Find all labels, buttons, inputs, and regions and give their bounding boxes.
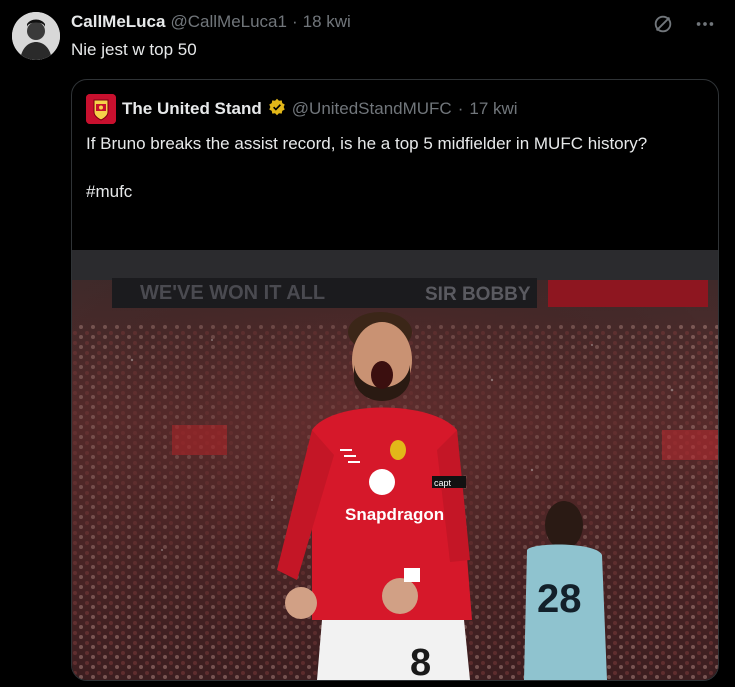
player-8-number: 8 (410, 642, 431, 680)
banner-left-text: WE'VE WON IT ALL (140, 282, 325, 304)
tweet-text: Nie jest w top 50 (71, 40, 197, 59)
quoted-question: If Bruno breaks the assist record, is he… (86, 134, 648, 153)
quoted-avatar[interactable] (86, 94, 116, 124)
quoted-tweet-text: If Bruno breaks the assist record, is he… (86, 132, 686, 204)
quoted-handle[interactable]: @UnitedStandMUFC (292, 99, 452, 119)
tweet[interactable]: CallMeLuca @CallMeLuca1 · 18 kwi Nie jes… (0, 0, 735, 687)
hashtag-link[interactable]: #mufc (86, 180, 686, 204)
player-28-number: 28 (537, 577, 582, 621)
user-handle[interactable]: @CallMeLuca1 (170, 12, 286, 32)
quoted-tweet-header: The United Stand @UnitedStandMUFC · 17 k… (86, 94, 518, 124)
quoted-separator: · (457, 99, 464, 118)
tweet-header: CallMeLuca @CallMeLuca1 · 18 kwi (71, 11, 351, 33)
captain-armband-text: capt (434, 478, 452, 488)
football-photo: WE'VE WON IT ALL SIR BOBBY 28 capt Snapd… (72, 250, 718, 680)
timestamp[interactable]: 18 kwi (303, 12, 351, 32)
display-name[interactable]: CallMeLuca (71, 12, 165, 32)
quoted-tweet[interactable]: The United Stand @UnitedStandMUFC · 17 k… (71, 79, 719, 681)
quoted-display-name[interactable]: The United Stand (122, 99, 262, 119)
separator-dot: · (291, 12, 298, 31)
sponsor-text: Snapdragon (345, 505, 444, 524)
quoted-timestamp[interactable]: 17 kwi (469, 99, 517, 119)
more-icon[interactable] (693, 12, 717, 36)
avatar-image (12, 12, 60, 60)
grok-icon[interactable] (651, 12, 675, 36)
tweet-actions-top (651, 12, 717, 36)
verified-badge-icon (268, 98, 286, 121)
club-crest-icon (86, 94, 116, 124)
banner-right-text: SIR BOBBY (425, 284, 531, 305)
quoted-photo[interactable]: WE'VE WON IT ALL SIR BOBBY 28 capt Snapd… (72, 250, 718, 680)
user-avatar[interactable] (12, 12, 60, 60)
